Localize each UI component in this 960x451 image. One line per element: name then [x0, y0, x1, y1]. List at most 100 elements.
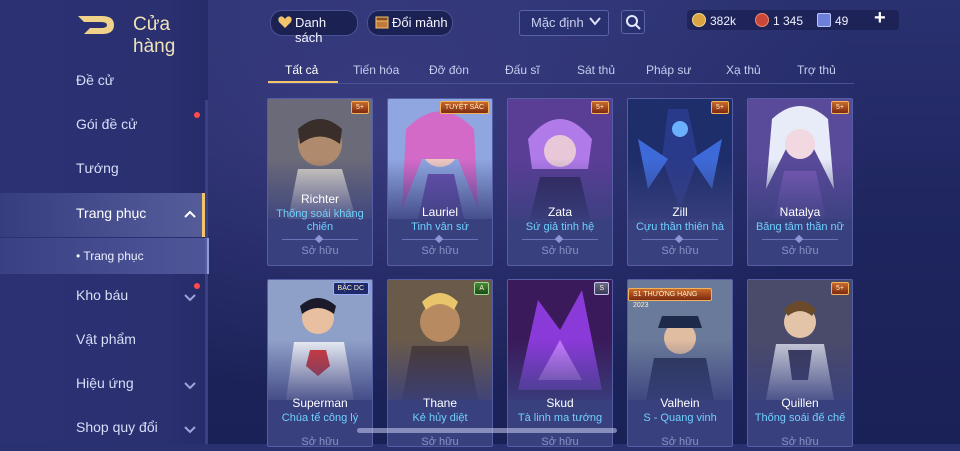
- sidebar-item-label: Trang phục: [76, 205, 147, 221]
- chevron-down-icon: [183, 422, 197, 436]
- hero-name: Thane: [422, 396, 458, 410]
- tier-badge: 5+: [591, 101, 609, 114]
- sidebar-subitem-label: • Trang phục: [76, 249, 144, 263]
- sidebar-item-label: Hiệu ứng: [76, 375, 134, 391]
- skin-name: Tinh vân sứ: [411, 221, 469, 233]
- skin-name: S - Quang vinh: [643, 412, 717, 424]
- collection-button[interactable]: Danh sách: [270, 10, 358, 45]
- sidebar-item-label: Gói đề cử: [76, 116, 138, 132]
- skin-name: Băng tâm thần nữ: [755, 221, 845, 233]
- divider: [762, 234, 838, 244]
- hero-name: Quillen: [781, 396, 819, 410]
- skin-card[interactable]: 5+ Quillen Thống soái đế chế Sở hữu: [747, 279, 853, 447]
- hero-name: Richter: [300, 192, 339, 206]
- tab-assassin[interactable]: Sát thủ: [577, 63, 615, 77]
- tier-badge: 5+: [711, 101, 729, 114]
- skin-card[interactable]: S Skud Tà linh ma tướng Sở hữu: [507, 279, 613, 447]
- exchange-shards-label: Đổi mảnh: [392, 15, 448, 30]
- skin-card[interactable]: BẬC DC Superman Chúa tể công lý Sở hữu: [267, 279, 373, 447]
- active-indicator: [202, 193, 205, 237]
- tier-badge: 5+: [351, 101, 369, 114]
- chevron-down-icon: [183, 378, 197, 392]
- owned-status: Sở hữu: [661, 436, 699, 447]
- sidebar-item-recommended[interactable]: Đề cử: [0, 60, 205, 104]
- divider: [282, 234, 358, 244]
- chevron-down-icon: [183, 290, 197, 304]
- skin-card[interactable]: 5+ Natalya Băng tâm thần nữ Sở hữu: [747, 98, 853, 266]
- owned-status: Sở hữu: [301, 245, 339, 257]
- hero-name: Zata: [547, 205, 572, 219]
- category-tabs: Tất cả Tiến hóa Đỡ đòn Đấu sĩ Sát thủ Ph…: [268, 57, 854, 84]
- owned-status: Sở hữu: [421, 245, 459, 257]
- hero-name: Superman: [292, 396, 348, 410]
- voucher-balance: 49: [817, 13, 848, 28]
- tier-badge: A: [474, 282, 489, 295]
- sort-dropdown[interactable]: Mặc định: [519, 10, 609, 36]
- skin-card[interactable]: TUYỆT SẮC Lauriel Tinh vân sứ Sở hữu: [387, 98, 493, 266]
- tier-badge: BẬC DC: [332, 282, 369, 295]
- sidebar: Cửa hàng Đề cử Gói đề cử Tướng Trang phụ…: [0, 0, 209, 444]
- tab-tank[interactable]: Đỡ đòn: [429, 63, 469, 77]
- tab-mage[interactable]: Pháp sư: [646, 63, 691, 77]
- skin-name: Cựu thần thiên hà: [635, 221, 725, 233]
- owned-status: Sở hữu: [781, 245, 819, 257]
- tier-badge: 5+: [831, 282, 849, 295]
- search-button[interactable]: [621, 10, 645, 34]
- divider: [522, 234, 598, 244]
- currency-bar: 382k 1 345 49: [687, 10, 899, 30]
- hero-name: Zill: [672, 205, 688, 219]
- sidebar-item-label: Đề cử: [76, 72, 115, 88]
- skin-card[interactable]: 5+ Zata Sứ giả tinh hệ Sở hữu: [507, 98, 613, 266]
- sidebar-item-skins[interactable]: Trang phục: [0, 193, 205, 237]
- tab-support[interactable]: Trợ thủ: [797, 63, 836, 77]
- skin-name: Tà linh ma tướng: [517, 412, 603, 424]
- add-currency-button[interactable]: +: [874, 7, 886, 30]
- active-tab-indicator: [268, 81, 338, 83]
- sort-value: Mặc định: [531, 15, 584, 30]
- tier-badge: 5+: [831, 101, 849, 114]
- skin-name: Chúa tể công lý: [281, 412, 359, 424]
- sidebar-item-treasure[interactable]: Kho báu: [0, 275, 205, 319]
- chest-icon: [374, 14, 390, 33]
- tab-fighter[interactable]: Đấu sĩ: [505, 63, 540, 77]
- sidebar-item-label: Vật phẩm: [76, 331, 136, 347]
- sidebar-item-bundles[interactable]: Gói đề cử: [0, 104, 205, 148]
- tab-all[interactable]: Tất cả: [285, 63, 318, 77]
- owned-status: Sở hữu: [541, 436, 579, 447]
- skin-card[interactable]: S1 THƯỜNG HẠNG 2023 Valhein S - Quang vi…: [627, 279, 733, 447]
- skin-name: Sứ giả tinh hệ: [525, 221, 595, 233]
- owned-status: Sở hữu: [421, 436, 459, 447]
- back-logo-icon[interactable]: [76, 12, 116, 38]
- tier-badge: TUYỆT SẮC: [439, 101, 489, 114]
- hero-name: Valhein: [660, 396, 700, 410]
- sidebar-subitem-skins[interactable]: • Trang phục: [0, 238, 209, 274]
- voucher-icon: [817, 13, 831, 27]
- heart-icon: [277, 14, 293, 33]
- gem-balance: 1 345: [755, 13, 803, 28]
- divider: [402, 234, 478, 244]
- gold-balance: 382k: [692, 13, 736, 28]
- skin-card[interactable]: A Thane Kẻ hủy diệt Sở hữu: [387, 279, 493, 447]
- owned-status: Sở hữu: [781, 436, 819, 447]
- skin-card[interactable]: 5+ Richter Thống soái kháng chiến Sở hữu: [267, 98, 373, 266]
- divider: [642, 234, 718, 244]
- hero-name: Lauriel: [421, 205, 459, 219]
- owned-status: Sở hữu: [661, 245, 699, 257]
- page-title: Cửa hàng: [133, 14, 176, 57]
- owned-status: Sở hữu: [301, 436, 339, 447]
- sidebar-item-effects[interactable]: Hiệu ứng: [0, 363, 205, 407]
- tab-evolution[interactable]: Tiến hóa: [353, 63, 399, 77]
- sidebar-item-exchange-shop[interactable]: Shop quy đổi: [0, 407, 205, 451]
- tab-marksman[interactable]: Xạ thủ: [726, 63, 761, 77]
- collection-label: Danh sách: [295, 15, 327, 45]
- hero-name: Natalya: [779, 205, 821, 219]
- sidebar-item-items[interactable]: Vật phẩm: [0, 319, 205, 363]
- skin-card[interactable]: 5+ Zill Cựu thần thiên hà Sở hữu: [627, 98, 733, 266]
- horizontal-scrollbar[interactable]: [357, 428, 617, 433]
- notification-dot-icon: [194, 283, 200, 289]
- ruby-icon: [755, 13, 769, 27]
- gold-coin-icon: [692, 13, 706, 27]
- exchange-shards-button[interactable]: Đổi mảnh: [367, 10, 453, 36]
- sidebar-item-heroes[interactable]: Tướng: [0, 148, 205, 192]
- notification-dot-icon: [194, 112, 200, 118]
